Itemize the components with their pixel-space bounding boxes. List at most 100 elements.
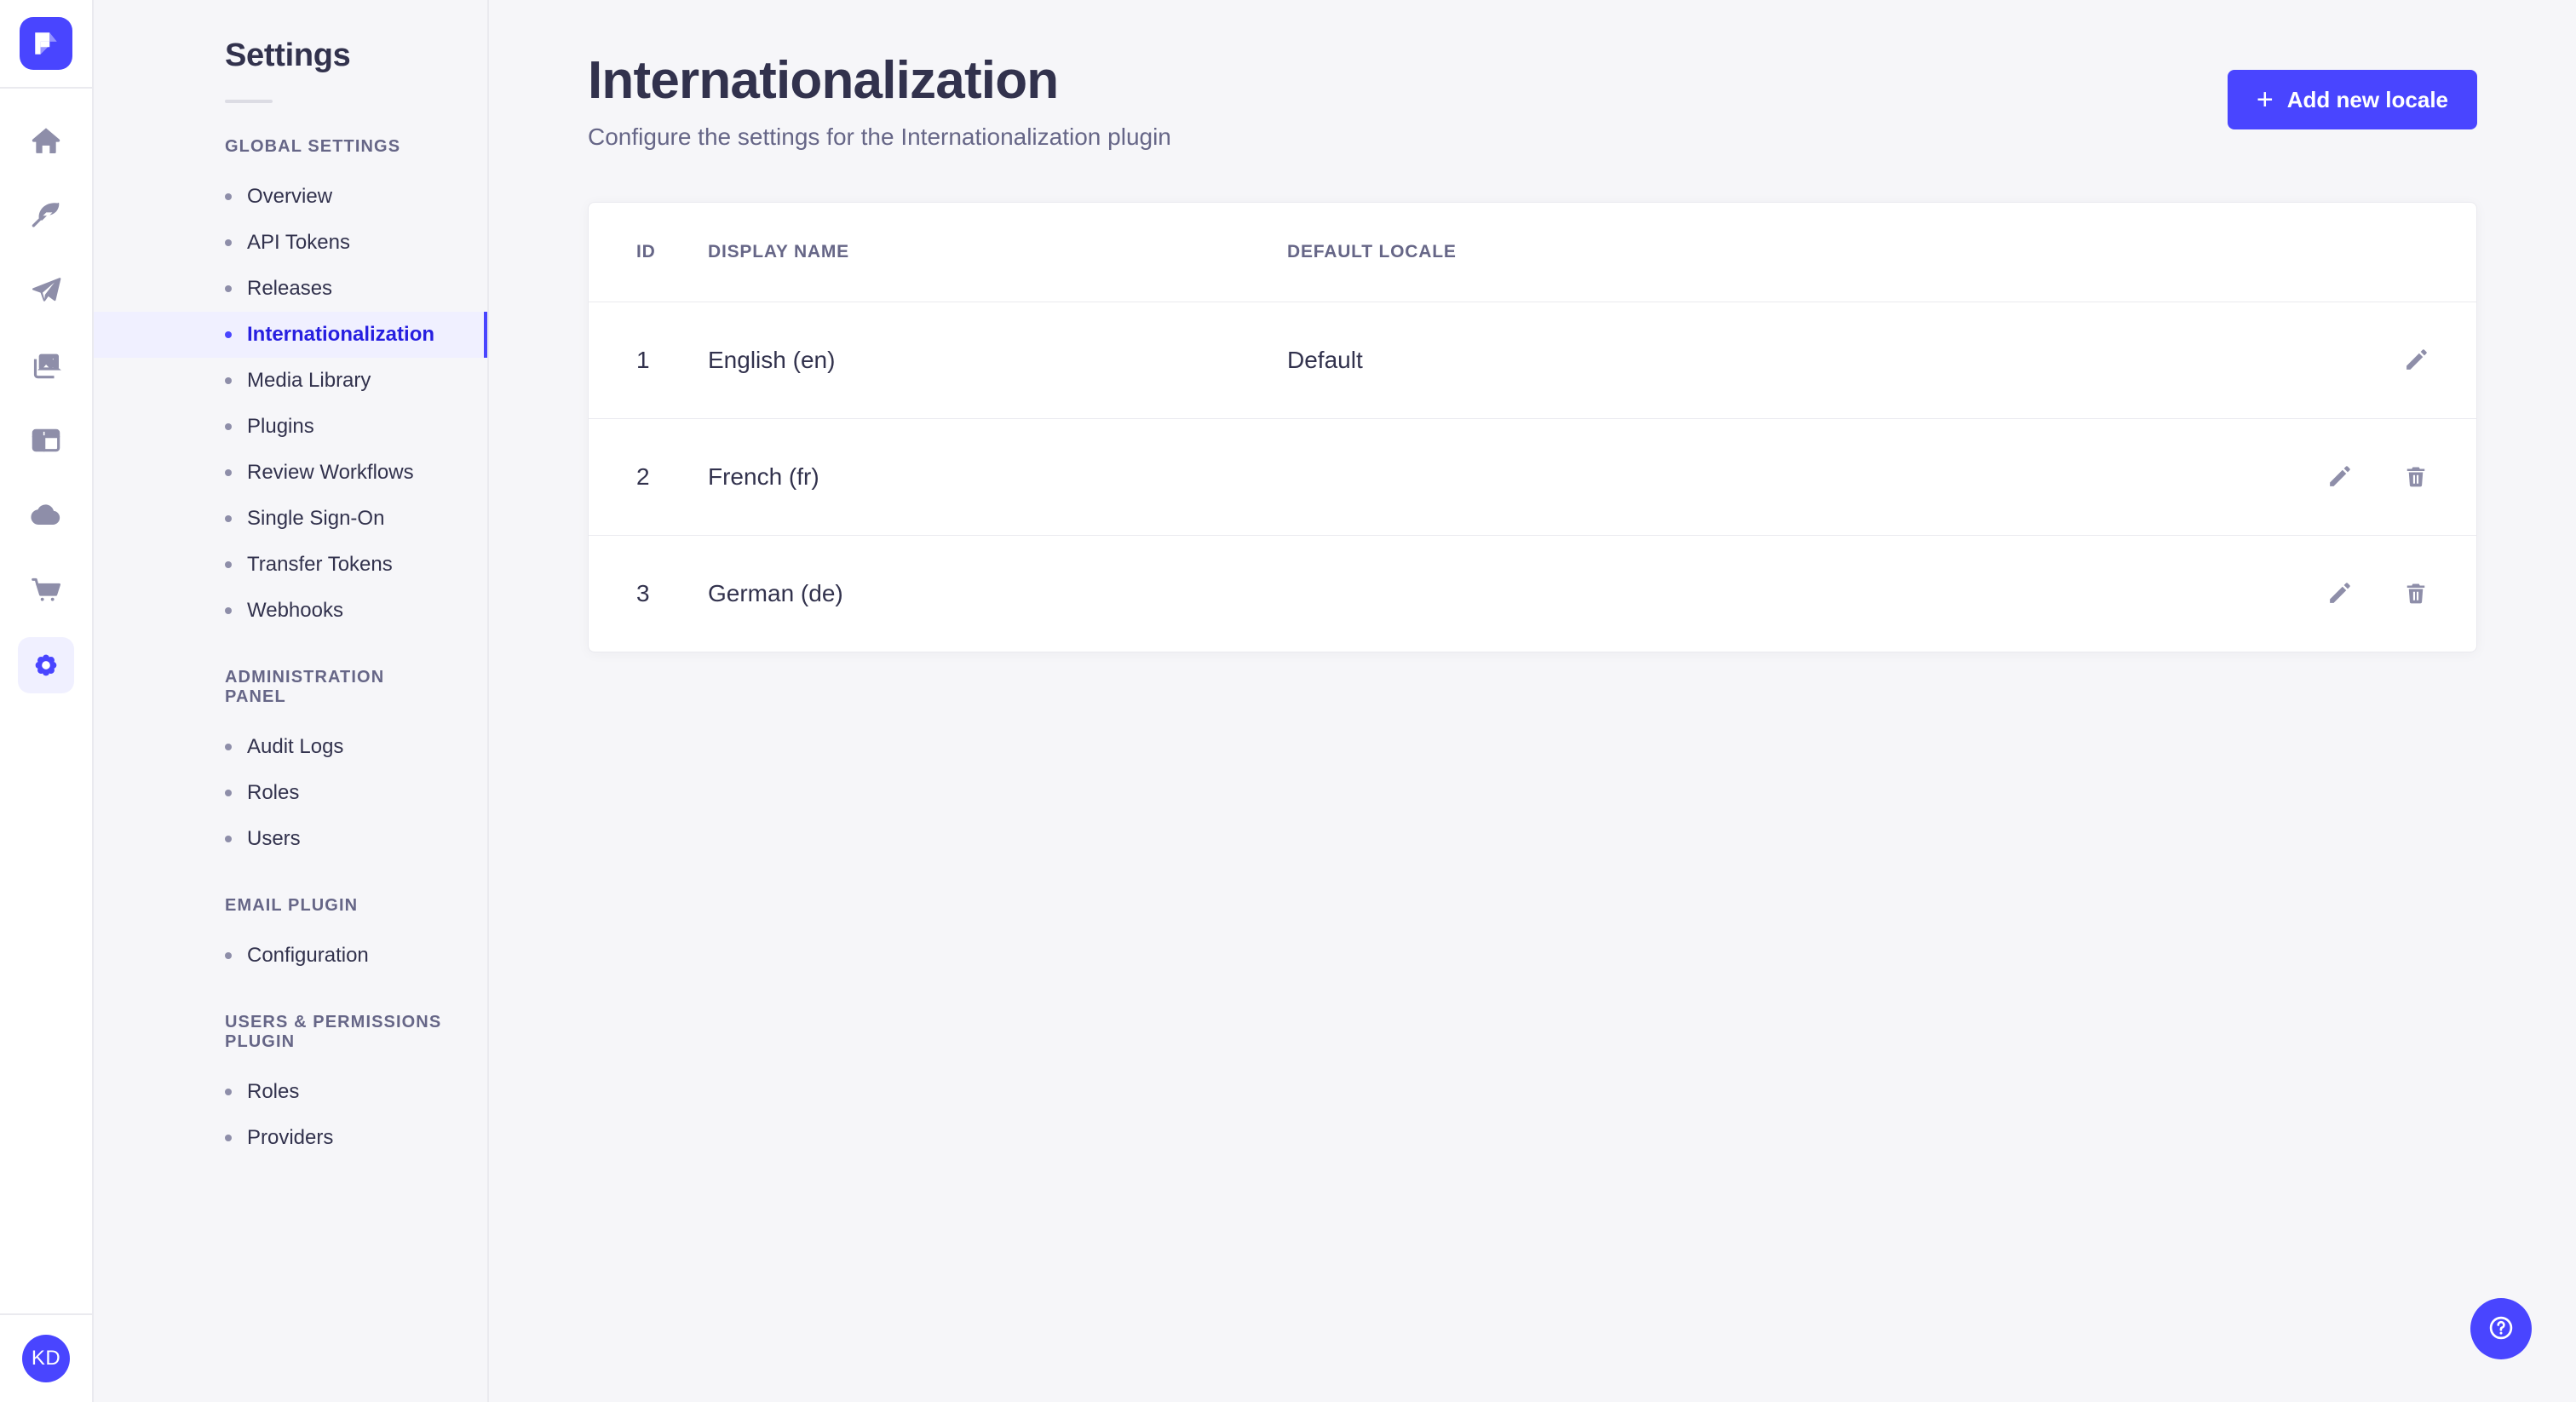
row-actions xyxy=(2187,348,2429,373)
bullet-icon xyxy=(225,331,232,338)
column-header-default-locale: DEFAULT LOCALE xyxy=(1287,203,2187,302)
sidebar-item-label: Plugins xyxy=(247,415,314,439)
nav-section-title: EMAIL PLUGIN xyxy=(94,896,487,916)
sidebar-item-internationalization[interactable]: Internationalization xyxy=(94,312,487,358)
nav-section-users-permissions-plugin: USERS & PERMISSIONS PLUGIN Roles Provide… xyxy=(94,1013,487,1161)
sidebar-item-label: Single Sign-On xyxy=(247,507,384,531)
help-button[interactable] xyxy=(2470,1298,2532,1359)
edit-locale-button[interactable] xyxy=(2326,581,2352,606)
avatar-container: KD xyxy=(0,1313,92,1402)
cell-actions xyxy=(2187,536,2476,652)
sidebar-item-releases[interactable]: Releases xyxy=(94,266,487,312)
sidebar-item-api-tokens[interactable]: API Tokens xyxy=(94,220,487,266)
edit-locale-button[interactable] xyxy=(2403,348,2429,373)
rail-item-marketplace[interactable] xyxy=(18,262,74,319)
sidebar-item-single-sign-on[interactable]: Single Sign-On xyxy=(94,496,487,542)
question-mark-icon xyxy=(2487,1313,2516,1345)
subnav-title: Settings xyxy=(225,37,450,74)
nav-section-title: ADMINISTRATION PANEL xyxy=(94,668,487,707)
home-icon xyxy=(29,124,63,158)
rail-item-content-type-builder[interactable] xyxy=(18,412,74,468)
paper-plane-icon xyxy=(29,273,63,307)
nav-section-email-plugin: EMAIL PLUGIN Configuration xyxy=(94,896,487,979)
column-header-actions xyxy=(2187,203,2476,302)
sidebar-item-media-library[interactable]: Media Library xyxy=(94,358,487,404)
sidebar-item-plugins[interactable]: Plugins xyxy=(94,404,487,450)
rail-item-home[interactable] xyxy=(18,112,74,169)
rail-item-settings[interactable] xyxy=(18,637,74,693)
nav-list-global-settings: Overview API Tokens Releases Internation… xyxy=(94,174,487,634)
bullet-icon xyxy=(225,952,232,959)
sidebar-item-up-roles[interactable]: Roles xyxy=(94,1069,487,1115)
cell-actions xyxy=(2187,302,2476,419)
cell-id: 3 xyxy=(589,536,708,652)
rail-item-marketplace-cart[interactable] xyxy=(18,562,74,618)
rail-item-cloud[interactable] xyxy=(18,487,74,543)
bullet-icon xyxy=(225,285,232,292)
edit-icon xyxy=(2326,464,2352,490)
nav-section-title: GLOBAL SETTINGS xyxy=(94,137,487,157)
sidebar-item-label: Releases xyxy=(247,277,332,301)
table-body: 1 English (en) Default xyxy=(589,302,2476,652)
table-row[interactable]: 3 German (de) xyxy=(589,536,2476,652)
nav-list-email-plugin: Configuration xyxy=(94,933,487,979)
cell-display-name: German (de) xyxy=(708,536,1287,652)
delete-locale-button[interactable] xyxy=(2403,581,2429,606)
table-row[interactable]: 2 French (fr) xyxy=(589,419,2476,536)
sidebar-item-up-providers[interactable]: Providers xyxy=(94,1115,487,1161)
table-row[interactable]: 1 English (en) Default xyxy=(589,302,2476,419)
sidebar-item-webhooks[interactable]: Webhooks xyxy=(94,588,487,634)
rail-item-media-library[interactable] xyxy=(18,337,74,394)
sidebar-item-label: Roles xyxy=(247,1080,299,1104)
strapi-logo-icon[interactable] xyxy=(20,17,72,70)
nav-list-administration-panel: Audit Logs Roles Users xyxy=(94,724,487,862)
locales-table-container: ID DISPLAY NAME DEFAULT LOCALE 1 English… xyxy=(489,151,2576,652)
locales-card: ID DISPLAY NAME DEFAULT LOCALE 1 English… xyxy=(588,202,2477,652)
bullet-icon xyxy=(225,469,232,476)
page-subtitle: Configure the settings for the Internati… xyxy=(588,124,1171,151)
sidebar-item-label: Transfer Tokens xyxy=(247,553,393,577)
rail-item-content-manager[interactable] xyxy=(18,187,74,244)
nav-section-administration-panel: ADMINISTRATION PANEL Audit Logs Roles Us… xyxy=(94,668,487,862)
app-root: KD Settings GLOBAL SETTINGS Overview API… xyxy=(0,0,2576,1402)
row-actions xyxy=(2187,464,2429,490)
gear-icon xyxy=(29,648,63,682)
column-header-display-name: DISPLAY NAME xyxy=(708,203,1287,302)
avatar[interactable]: KD xyxy=(22,1335,70,1382)
bullet-icon xyxy=(225,1089,232,1095)
sidebar-item-audit-logs[interactable]: Audit Logs xyxy=(94,724,487,770)
cell-default-locale xyxy=(1287,419,2187,536)
bullet-icon xyxy=(225,790,232,796)
images-icon xyxy=(29,348,63,382)
edit-icon xyxy=(2403,348,2429,373)
subnav-divider xyxy=(225,100,273,103)
sidebar-item-email-configuration[interactable]: Configuration xyxy=(94,933,487,979)
cell-display-name: French (fr) xyxy=(708,419,1287,536)
locales-table: ID DISPLAY NAME DEFAULT LOCALE 1 English… xyxy=(589,203,2476,652)
main-navigation-rail: KD xyxy=(0,0,94,1402)
page-title: Internationalization xyxy=(588,51,1171,110)
row-actions xyxy=(2187,581,2429,606)
cell-default-locale: Default xyxy=(1287,302,2187,419)
page-header: Internationalization Configure the setti… xyxy=(489,0,2576,151)
edit-locale-button[interactable] xyxy=(2326,464,2352,490)
nav-section-global-settings: GLOBAL SETTINGS Overview API Tokens Rele… xyxy=(94,137,487,634)
sidebar-item-admin-users[interactable]: Users xyxy=(94,816,487,862)
cell-actions xyxy=(2187,419,2476,536)
sidebar-item-transfer-tokens[interactable]: Transfer Tokens xyxy=(94,542,487,588)
layout-icon xyxy=(29,423,63,457)
bullet-icon xyxy=(225,193,232,200)
bullet-icon xyxy=(225,515,232,522)
sidebar-item-label: API Tokens xyxy=(247,231,350,255)
settings-subnav: Settings GLOBAL SETTINGS Overview API To… xyxy=(94,0,489,1402)
sidebar-item-label: Providers xyxy=(247,1126,333,1150)
sidebar-item-review-workflows[interactable]: Review Workflows xyxy=(94,450,487,496)
add-new-locale-button[interactable]: + Add new locale xyxy=(2228,70,2477,129)
delete-icon xyxy=(2403,464,2429,490)
cloud-icon xyxy=(29,498,63,532)
cell-id: 1 xyxy=(589,302,708,419)
nav-list-users-permissions-plugin: Roles Providers xyxy=(94,1069,487,1161)
sidebar-item-overview[interactable]: Overview xyxy=(94,174,487,220)
sidebar-item-admin-roles[interactable]: Roles xyxy=(94,770,487,816)
delete-locale-button[interactable] xyxy=(2403,464,2429,490)
